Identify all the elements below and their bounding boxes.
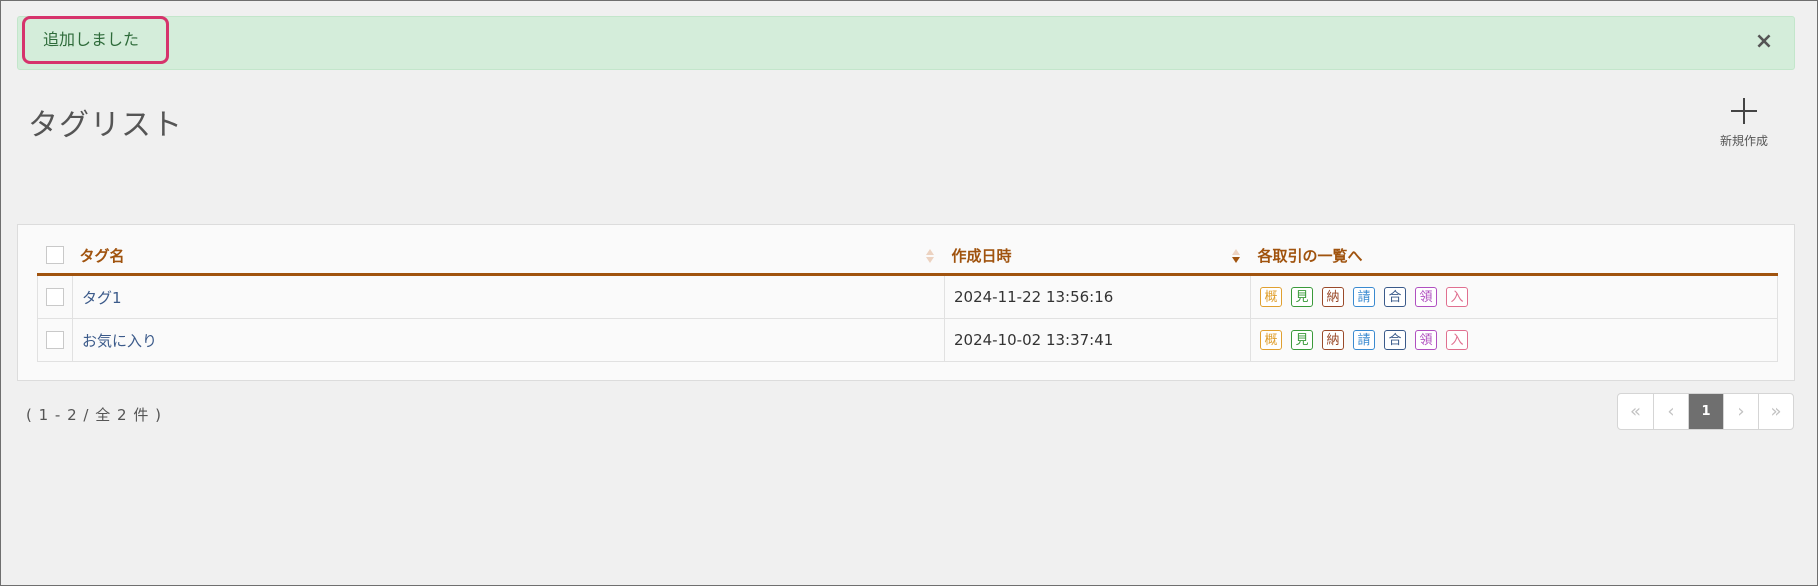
- links-cell: 概 見 納 請 合 領 入: [1250, 318, 1778, 362]
- header-created-at-label: 作成日時: [951, 246, 1012, 265]
- header-links: 各取引の一覧へ: [1250, 237, 1778, 276]
- badge-estimate[interactable]: 見: [1291, 287, 1313, 307]
- table-header-row: タグ名 作成日時 各取引の一覧へ: [37, 237, 1778, 276]
- badge-invoice[interactable]: 請: [1353, 287, 1375, 307]
- tag-name-cell: お気に入り: [72, 318, 945, 362]
- header-select-cell: [37, 237, 73, 276]
- created-at-value: 2024-11-22 13:56:16: [954, 288, 1114, 306]
- pagination-last[interactable]: »: [1758, 394, 1793, 429]
- header-tag-name[interactable]: タグ名: [72, 237, 945, 276]
- sort-desc-icon: [1231, 249, 1240, 263]
- pagination-next[interactable]: ›: [1723, 394, 1758, 429]
- tag-name-cell: タグ1: [72, 274, 945, 319]
- pagination-current-page[interactable]: 1: [1688, 394, 1723, 429]
- table-row: タグ1 2024-11-22 13:56:16 概 見 納 請 合 領 入: [37, 274, 1778, 319]
- badge-overview[interactable]: 概: [1260, 330, 1282, 350]
- badge-payment[interactable]: 入: [1446, 287, 1468, 307]
- badge-payment[interactable]: 入: [1446, 330, 1468, 350]
- tag-table: タグ名 作成日時 各取引の一覧へ タグ1 2024-11-22 13:56:16…: [37, 237, 1778, 362]
- tag-name-link[interactable]: お気に入り: [82, 332, 157, 350]
- new-tag-button[interactable]: 新規作成: [1712, 96, 1776, 156]
- record-count: ( 1 - 2 / 全 2 件 ): [26, 406, 162, 424]
- success-alert: 追加しました ×: [17, 16, 1795, 70]
- pagination: « ‹ 1 › »: [1617, 393, 1794, 430]
- row-select-cell: [37, 318, 73, 362]
- badge-invoice[interactable]: 請: [1353, 330, 1375, 350]
- tag-list-panel: タグ名 作成日時 各取引の一覧へ タグ1 2024-11-22 13:56:16…: [17, 224, 1795, 381]
- alert-close-button[interactable]: ×: [1754, 31, 1774, 53]
- alert-message: 追加しました: [22, 16, 169, 64]
- row-checkbox[interactable]: [46, 288, 64, 307]
- badge-estimate[interactable]: 見: [1291, 330, 1313, 350]
- row-select-cell: [37, 274, 73, 319]
- created-at-cell: 2024-11-22 13:56:16: [944, 274, 1251, 319]
- select-all-checkbox[interactable]: [45, 246, 64, 265]
- links-cell: 概 見 納 請 合 領 入: [1250, 274, 1778, 319]
- created-at-cell: 2024-10-02 13:37:41: [944, 318, 1251, 362]
- header-tag-name-label: タグ名: [79, 246, 125, 265]
- pagination-first[interactable]: «: [1618, 394, 1653, 429]
- sort-neutral-icon: [925, 249, 934, 263]
- badge-overview[interactable]: 概: [1260, 287, 1282, 307]
- created-at-value: 2024-10-02 13:37:41: [954, 331, 1114, 349]
- plus-icon: [1731, 98, 1757, 124]
- page-title: タグリスト: [28, 108, 183, 143]
- header-created-at[interactable]: 作成日時: [944, 237, 1251, 276]
- tag-name-link[interactable]: タグ1: [82, 289, 122, 307]
- badge-combined[interactable]: 合: [1384, 330, 1406, 350]
- row-checkbox[interactable]: [46, 331, 64, 350]
- new-button-label: 新規作成: [1719, 134, 1768, 148]
- badge-receipt[interactable]: 領: [1415, 287, 1437, 307]
- badge-delivery[interactable]: 納: [1322, 330, 1344, 350]
- badge-combined[interactable]: 合: [1384, 287, 1406, 307]
- pagination-prev[interactable]: ‹: [1653, 394, 1688, 429]
- badge-receipt[interactable]: 領: [1415, 330, 1437, 350]
- table-row: お気に入り 2024-10-02 13:37:41 概 見 納 請 合 領 入: [37, 318, 1778, 362]
- badge-delivery[interactable]: 納: [1322, 287, 1344, 307]
